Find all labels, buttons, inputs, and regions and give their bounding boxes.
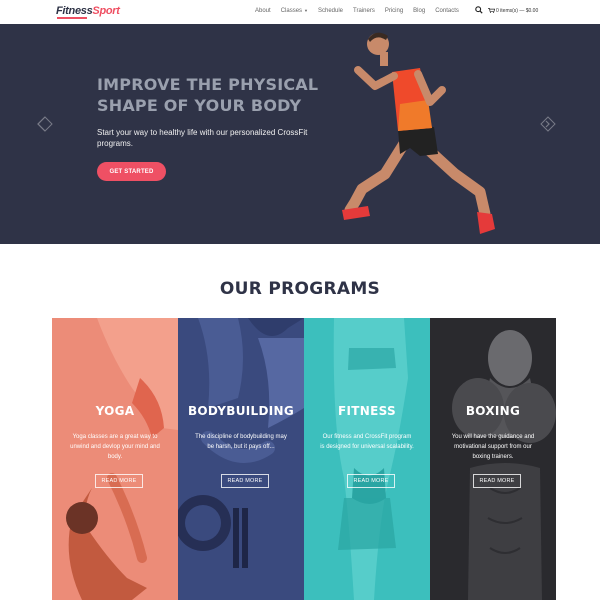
caret-down-icon: ▼ (304, 8, 308, 13)
brand-name-part2: Sport (92, 5, 120, 17)
program-title: Fitness (338, 404, 396, 418)
slider-next-arrow-icon[interactable] (538, 114, 558, 134)
program-card-yoga[interactable]: Yoga Yoga classes are a great way to unw… (52, 318, 178, 600)
program-title: Bodybuilding (187, 404, 295, 418)
program-card-bodybuilding[interactable]: Bodybuilding The discipline of bodybuild… (178, 318, 304, 600)
nav-item-classes-label: Classes (280, 8, 303, 14)
nav-item-blog[interactable]: Blog (413, 8, 425, 14)
read-more-button[interactable]: READ MORE (347, 474, 395, 488)
bodybuilding-image (178, 318, 304, 600)
main-nav: About Classes ▼ Schedule Trainers Pricing… (255, 8, 469, 14)
programs-heading: OUR PROGRAMS (219, 279, 381, 299)
nav-item-classes[interactable]: Classes ▼ (281, 8, 308, 14)
read-more-button[interactable]: READ MORE (221, 474, 269, 488)
search-icon[interactable] (475, 6, 483, 14)
program-card-boxing[interactable]: Boxing You will have the guidance and mo… (430, 318, 556, 600)
hero-subtitle: Start your way to healthy life with our … (97, 128, 308, 148)
nav-item-trainers[interactable]: Trainers (353, 8, 375, 14)
program-description: Yoga classes are a great way to unwind a… (70, 434, 160, 460)
cart-icon (488, 8, 495, 14)
get-started-button[interactable]: GET STARTED (97, 162, 166, 181)
nav-item-contacts[interactable]: Contacts (435, 8, 459, 14)
hero-slider: Improve the physical shape of your body … (0, 24, 600, 244)
nav-item-pricing[interactable]: Pricing (385, 8, 403, 14)
program-description: Our fitness and CrossFit program is desi… (320, 434, 414, 450)
runner-image (342, 32, 495, 234)
fitness-image (304, 318, 430, 600)
program-description: You will have the guidance and motivatio… (451, 434, 535, 460)
logo-underline (57, 17, 87, 19)
program-card-fitness[interactable]: Fitness Our fitness and CrossFit program… (304, 318, 430, 600)
read-more-button[interactable]: READ MORE (95, 474, 143, 488)
brand-name-part1: Fitness (56, 5, 93, 17)
cart-label: 0 items(s) — $0.00 (496, 8, 539, 14)
cart-summary[interactable]: 0 items(s) — $0.00 (488, 8, 538, 14)
programs-grid: Yoga Yoga classes are a great way to unw… (52, 318, 556, 600)
slider-prev-arrow-icon[interactable] (35, 114, 55, 134)
program-description: The discipline of bodybuilding may be ha… (195, 434, 287, 450)
nav-item-schedule[interactable]: Schedule (318, 8, 343, 14)
nav-item-about[interactable]: About (255, 8, 271, 14)
site-header: FitnessSport About Classes ▼ Schedule Tra… (0, 0, 600, 24)
read-more-button[interactable]: READ MORE (473, 474, 521, 488)
hero-title: Improve the physical shape of your body (97, 75, 319, 115)
brand-logo[interactable]: FitnessSport (56, 5, 120, 17)
program-title: Boxing (465, 404, 521, 418)
program-title: Yoga (95, 404, 135, 418)
